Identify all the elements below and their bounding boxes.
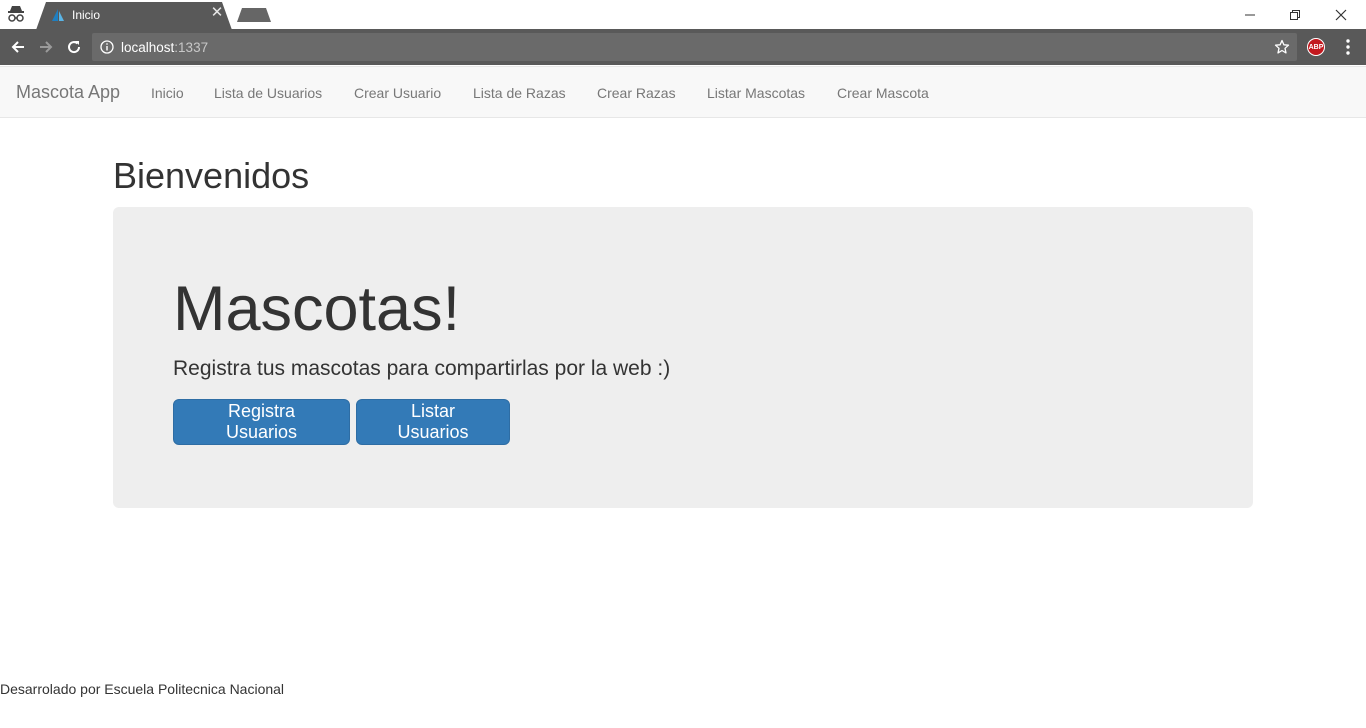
address-bar[interactable]: localhost:1337 [92, 33, 1297, 61]
minimize-icon [1245, 14, 1255, 15]
jumbotron: Mascotas! Registra tus mascotas para com… [113, 207, 1253, 508]
jumbotron-lead: Registra tus mascotas para compartirlas … [173, 357, 671, 380]
sails-favicon-icon [52, 9, 64, 21]
site-info-icon[interactable] [100, 40, 114, 54]
new-tab-button[interactable] [237, 8, 271, 22]
forward-button[interactable] [36, 37, 56, 57]
app-navbar: Mascota App Inicio Lista de Usuarios Cre… [0, 66, 1366, 118]
registra-usuarios-button[interactable]: Registra Usuarios [173, 399, 350, 445]
close-window-button[interactable] [1318, 0, 1364, 29]
tab-close-icon[interactable]: ✕ [209, 5, 225, 21]
adblock-extension-icon[interactable]: ABP [1307, 38, 1325, 56]
jumbotron-title: Mascotas! [173, 274, 461, 344]
bookmark-star-icon[interactable] [1274, 39, 1290, 55]
nav-item-crear-usuario[interactable]: Crear Usuario [354, 85, 441, 101]
nav-item-crear-razas[interactable]: Crear Razas [597, 85, 676, 101]
navbar-brand[interactable]: Mascota App [16, 82, 120, 103]
browser-tab-title: Inicio [72, 8, 101, 22]
page-title: Bienvenidos [113, 155, 310, 196]
minimize-window-button[interactable] [1227, 0, 1273, 29]
adblock-label: ABP [1308, 43, 1324, 51]
footer-credit: Desarrolado por Escuela Politecnica Naci… [0, 681, 285, 697]
nav-item-inicio[interactable]: Inicio [151, 85, 184, 101]
url-host: localhost [121, 40, 175, 55]
browser-tabstrip: Inicio ✕ [0, 0, 1366, 30]
reload-button[interactable] [64, 37, 84, 57]
browser-toolbar: localhost:1337 ABP [0, 29, 1366, 65]
nav-item-lista-de-razas[interactable]: Lista de Razas [473, 85, 566, 101]
reload-icon [68, 41, 81, 54]
forward-arrow-icon [40, 41, 53, 53]
url-text: localhost:1337 [121, 40, 208, 55]
listar-usuarios-button[interactable]: Listar Usuarios [356, 399, 510, 445]
nav-item-crear-mascota[interactable]: Crear Mascota [837, 85, 929, 101]
restore-icon [1290, 9, 1300, 20]
back-button[interactable] [8, 37, 28, 57]
restore-window-button[interactable] [1272, 0, 1318, 29]
kebab-menu-icon[interactable] [1340, 38, 1356, 56]
nav-item-lista-de-usuarios[interactable]: Lista de Usuarios [214, 85, 322, 101]
nav-item-listar-mascotas[interactable]: Listar Mascotas [707, 85, 805, 101]
url-port: :1337 [174, 40, 209, 55]
close-icon [1335, 9, 1347, 20]
incognito-icon [8, 6, 24, 22]
back-arrow-icon [11, 41, 24, 53]
